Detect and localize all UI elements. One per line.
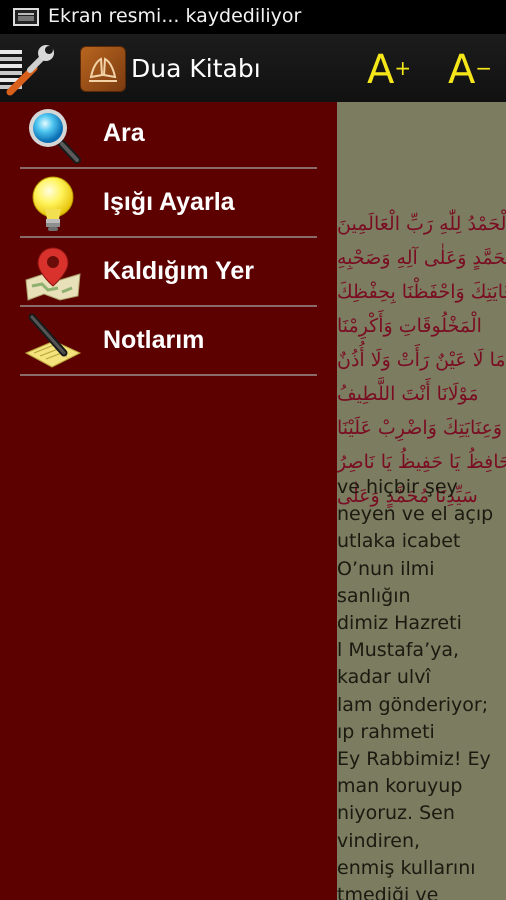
menu-item-light-settings[interactable]: Işığı Ayarla [20,171,317,238]
search-icon [24,106,82,164]
arabic-line: اَلْحَمْدُ لِلّٰهِ رَبِّ الْعَالَمِينَ [337,213,506,235]
navigation-drawer: Ara Işığı Ayarla Kaldığım Yer Notlarım [0,102,337,900]
turkish-line: l Mustafa’ya, [337,639,460,662]
turkish-line: kadar ulvî [337,666,431,689]
turkish-line: tmediği ve [337,884,439,900]
arabic-line: الْمَخْلُوقَاتِ وَأَكْرِمْنَا [337,315,482,337]
turkish-line: neyen ve el açıp [337,503,494,526]
turkish-line: Ey Rabbimiz! Ey [337,748,491,771]
drawer-toggle-tools-icon[interactable] [0,40,56,96]
arabic-line: مَوْلَانَا أَنْتَ اللَّطِيفُ [337,383,479,405]
lightbulb-icon [24,175,82,233]
turkish-line: man koruyup [337,775,463,798]
font-increase-letter: A [367,47,395,93]
turkish-line: vindiren, [337,829,421,852]
font-increase-button[interactable]: A+ [367,48,411,92]
menu-item-label: Ara [103,119,145,147]
font-decrease-button[interactable]: A− [448,48,492,92]
app-title: Dua Kitabı [131,54,261,83]
turkish-line: enmiş kullarını [337,856,476,879]
arabic-line: وَعِنَايَتِكَ وَاضْرِبْ عَلَيْنَا [337,417,502,439]
status-notification-text: Ekran resmi... kaydediliyor [48,5,302,27]
prayer-content[interactable]: اَلْحَمْدُ لِلّٰهِ رَبِّ الْعَالَمِينَ م… [337,102,506,900]
map-pin-icon [24,244,82,302]
turkish-line: niyoruz. Sen [337,802,455,825]
font-decrease-letter: A [448,47,476,93]
status-bar: Ekran resmi... kaydediliyor [0,0,506,34]
minus-icon: − [475,56,493,80]
menu-item-search[interactable]: Ara [20,102,317,169]
action-bar: Dua Kitabı A+ A− [0,34,506,102]
turkish-line: lam gönderiyor; [337,693,489,716]
turkish-line: utlaka icabet [337,530,461,553]
turkish-line: dimiz Hazreti [337,612,462,635]
menu-item-label: Kaldığım Yer [103,257,254,285]
turkish-line: sanlığın [337,584,411,607]
menu-item-label: Notlarım [103,326,205,354]
menu-item-my-notes[interactable]: Notlarım [20,309,317,376]
arabic-line: بِرِعَايَتِكَ وَاحْفَظْنَا بِحِفْظِكَ [337,281,506,303]
menu-item-label: Işığı Ayarla [103,188,235,216]
turkish-text: ve hiçbir şey neyen ve el açıp utlaka ic… [337,474,506,900]
arabic-text: اَلْحَمْدُ لِلّٰهِ رَبِّ الْعَالَمِينَ م… [337,207,506,513]
arabic-line: مَا لَا عَيْنٌ رَأَتْ وَلَا أُذُنٌ [337,349,506,371]
notepad-pen-icon [24,313,82,371]
menu-item-bookmark-place[interactable]: Kaldığım Yer [20,240,317,307]
turkish-line: O’nun ilmi [337,557,435,580]
screenshot-icon [13,8,39,26]
turkish-line: ıp rahmeti [337,720,435,743]
arabic-line: مُحَمَّدٍ وَعَلٰى آلِهِ وَصَحْبِهِ [337,247,506,269]
app-logo-icon [80,46,126,92]
plus-icon: + [394,56,412,80]
turkish-line: ve hiçbir şey [337,476,458,498]
